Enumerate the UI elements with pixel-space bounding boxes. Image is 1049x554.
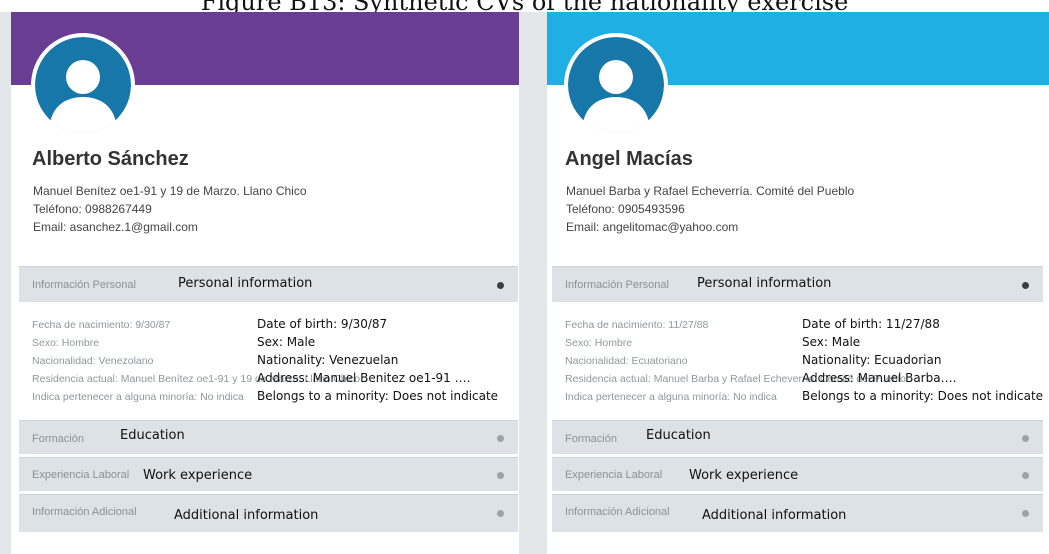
expand-icon[interactable] [1022,435,1029,442]
section-education[interactable]: Formación Education [552,420,1043,454]
section-label-es: Información Personal [32,279,136,291]
personal-info-details: Fecha de nacimiento: 11/27/88 Sexo: Homb… [552,303,1043,420]
section-work-experience[interactable]: Experiencia Laboral Work experience [552,457,1043,491]
expand-icon[interactable] [497,510,504,517]
candidate-address: Manuel Barba y Rafael Echeverría. Comité… [566,184,855,198]
section-label-es: Experiencia Laboral [32,469,130,481]
candidate-phone: Teléfono: 0905493596 [566,202,685,216]
section-personal-info[interactable]: Información Personal Personal informatio… [19,266,518,302]
section-label-es: Formación [32,433,84,445]
address-en: Address: Manuel Benitez oe1-91 …. [257,371,471,385]
candidate-email: Email: angelitomac@yahoo.com [566,220,739,234]
avatar [564,33,668,137]
section-label-es: Información Adicional [32,506,137,518]
candidate-name: Alberto Sánchez [32,148,189,170]
section-label-en: Education [120,428,185,443]
expand-icon[interactable] [1022,472,1029,479]
minority-en: Belongs to a minority: Does not indicate [257,389,499,403]
sex-en: Sex: Male [802,335,861,349]
section-additional-info[interactable]: Información Adicional Additional informa… [19,494,518,532]
nationality-en: Nationality: Venezuelan [257,353,399,367]
cv-card-2: Angel Macías Manuel Barba y Rafael Echev… [547,12,1049,554]
personal-info-details: Fecha de nacimiento: 9/30/87 Sexo: Hombr… [19,303,518,420]
middle-gutter [519,12,547,554]
candidate-phone: Teléfono: 0988267449 [33,202,152,216]
section-label-en: Work experience [689,468,799,483]
section-label-en: Work experience [143,468,253,483]
minority-es: Indica pertenecer a alguna minoría: No i… [565,391,777,403]
cv-card-1: Alberto Sánchez Manuel Benítez oe1-91 y … [11,12,519,554]
avatar [31,33,135,137]
section-label-es: Información Adicional [565,506,670,518]
minority-en: Belongs to a minority: Does not indicate [802,389,1044,403]
birth-date-es: Fecha de nacimiento: 11/27/88 [565,319,709,331]
section-work-experience[interactable]: Experiencia Laboral Work experience [19,457,518,491]
section-label-es: Información Personal [565,279,669,291]
expand-icon[interactable] [497,472,504,479]
section-personal-info[interactable]: Información Personal Personal informatio… [552,266,1043,302]
sex-es: Sexo: Hombre [32,337,100,349]
candidate-name: Angel Macías [565,148,693,170]
candidate-address: Manuel Benítez oe1-91 y 19 de Marzo. Lla… [33,184,307,198]
user-avatar-icon [35,37,131,133]
expand-icon[interactable] [497,435,504,442]
section-label-en: Education [646,428,711,443]
section-label-en: Personal information [178,276,313,291]
address-en: Address: Manuel Barba…. [802,371,957,385]
birth-date-es: Fecha de nacimiento: 9/30/87 [32,319,171,331]
expand-icon[interactable] [1022,510,1029,517]
section-label-es: Formación [565,433,617,445]
section-education[interactable]: Formación Education [19,420,518,454]
section-label-es: Experiencia Laboral [565,469,663,481]
user-avatar-icon [568,37,664,133]
section-label-en: Personal information [697,276,832,291]
collapse-icon[interactable] [497,282,504,289]
minority-es: Indica pertenecer a alguna minoría: No i… [32,391,244,403]
nationality-es: Nacionalidad: Venezolano [32,355,154,367]
collapse-icon[interactable] [1022,282,1029,289]
candidate-email: Email: asanchez.1@gmail.com [33,220,198,234]
sex-en: Sex: Male [257,335,316,349]
section-label-en: Additional information [702,508,847,523]
left-gutter [0,12,11,554]
nationality-es: Nacionalidad: Ecuatoriano [565,355,688,367]
section-label-en: Additional information [174,508,319,523]
birth-date-en: Date of birth: 11/27/88 [802,317,940,331]
section-additional-info[interactable]: Información Adicional Additional informa… [552,494,1043,532]
sex-es: Sexo: Hombre [565,337,633,349]
nationality-en: Nationality: Ecuadorian [802,353,942,367]
birth-date-en: Date of birth: 9/30/87 [257,317,388,331]
